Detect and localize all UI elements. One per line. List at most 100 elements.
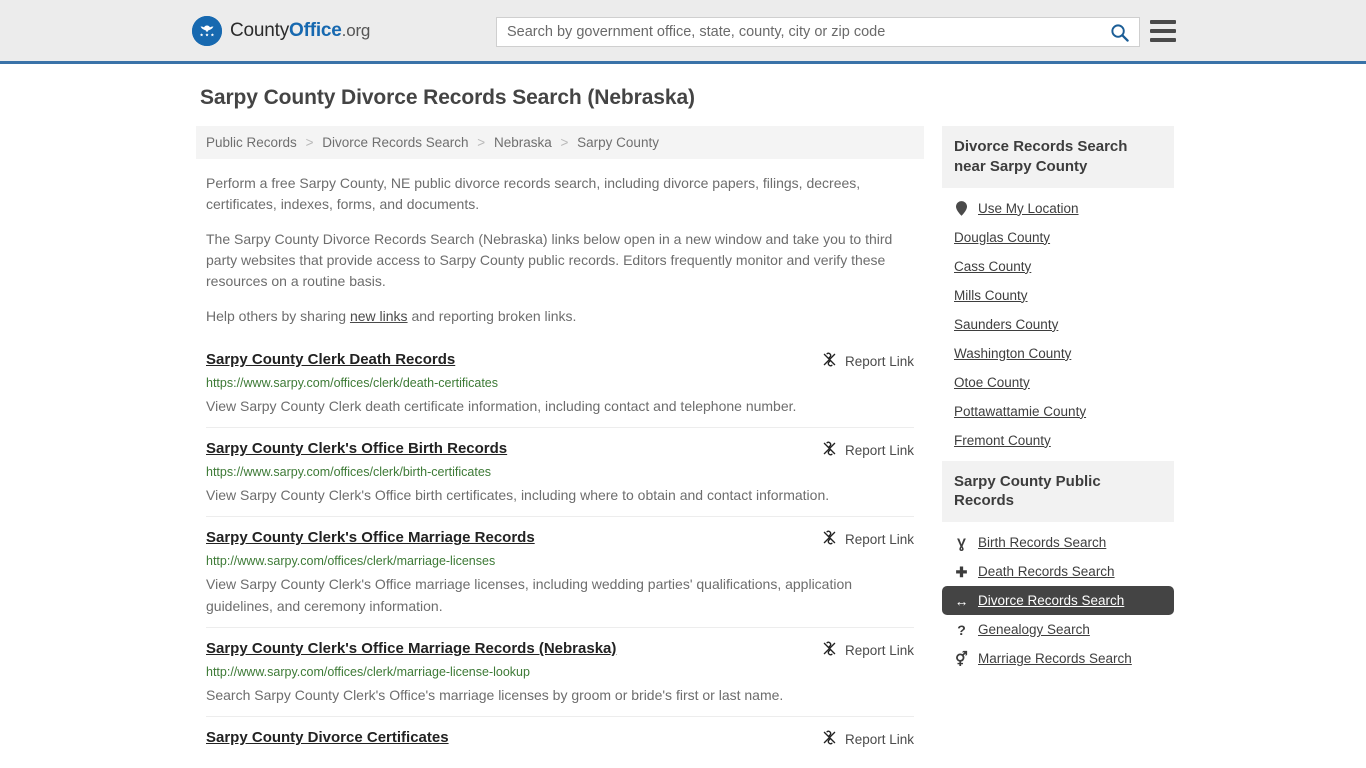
main-column: Public Records > Divorce Records Search … [196,126,924,759]
question-mark-icon: ? [957,621,966,638]
result-description: View Sarpy County Clerk's Office marriag… [206,575,853,614]
hamburger-menu-icon[interactable] [1150,20,1176,42]
sidebar-public-item-birth-records-search[interactable]: Ɣ Birth Records Search [942,528,1174,557]
sidebar-nearby-item-washington-county[interactable]: Washington County [942,339,1174,368]
sidebar-nearby-item-label: Douglas County [954,229,1051,245]
sidebar-nearby-item-label: Otoe County [954,374,1030,390]
result-description: Search Sarpy County Clerk's Office's mar… [206,686,784,703]
breadcrumb-separator: > [560,135,569,150]
report-link-button[interactable]: Report Link [821,729,914,749]
sidebar-public-item-death-records-search[interactable]: ✚ Death Records Search [942,557,1174,586]
result-item: Sarpy County Divorce Certificates Report… [206,716,914,759]
sidebar-public-item-marriage-records-search[interactable]: ⚥ Marriage Records Search [942,644,1174,673]
broken-link-icon [823,530,836,545]
new-links-link[interactable]: new links [350,308,408,324]
report-link-button[interactable]: Report Link [821,529,914,549]
result-item: Sarpy County Clerk's Office Marriage Rec… [206,516,914,627]
sidebar-nearby-item-label: Cass County [954,258,1032,274]
panel-nearby-counties: Divorce Records Search near Sarpy County… [942,126,1174,455]
sidebar: Divorce Records Search near Sarpy County… [942,126,1174,759]
eagle-seal-icon [192,15,222,46]
report-link-label: Report Link [844,642,914,658]
result-item: Sarpy County Clerk Death Records Report … [206,341,914,427]
sidebar-nearby-item-douglas-county[interactable]: Douglas County [942,223,1174,252]
breadcrumb-item-public-records[interactable]: Public Records [206,135,297,150]
logo-text-org: .org [341,20,371,40]
sidebar-nearby-item-mills-county[interactable]: Mills County [942,281,1174,310]
cross-icon: ✚ [955,563,968,580]
sidebar-nearby-item-otoe-county[interactable]: Otoe County [942,368,1174,397]
panel-nearby-title: Divorce Records Search near Sarpy County [942,126,1174,188]
broken-link-icon [823,441,836,456]
sidebar-nearby-item-use-my-location[interactable]: Use My Location [942,194,1174,223]
sidebar-nearby-item-label: Fremont County [954,432,1051,448]
sidebar-public-item-label: Divorce Records Search [978,593,1125,609]
search-bar[interactable] [496,17,1140,47]
site-header: CountyOffice.org [0,0,1366,64]
result-header: Sarpy County Clerk's Office Birth Record… [206,440,914,460]
result-url: https://www.sarpy.com/offices/clerk/birt… [206,465,492,480]
result-title-link[interactable]: Sarpy County Clerk Death Records [206,351,455,370]
report-link-label: Report Link [844,353,914,369]
result-description: View Sarpy County Clerk death certificat… [206,397,797,414]
sidebar-public-item-genealogy-search[interactable]: ? Genealogy Search [942,615,1174,644]
report-link-button[interactable]: Report Link [821,351,914,371]
sidebar-nearby-item-fremont-county[interactable]: Fremont County [942,426,1174,455]
report-link-label: Report Link [844,531,914,547]
map-pin-icon [954,200,969,216]
search-icon [1110,23,1129,42]
result-title-link[interactable]: Sarpy County Divorce Certificates [206,729,449,748]
report-link-button[interactable]: Report Link [821,640,914,660]
sidebar-nearby-item-saunders-county[interactable]: Saunders County [942,310,1174,339]
site-logo[interactable]: CountyOffice.org [192,15,370,46]
sidebar-nearby-item-label: Use My Location [978,200,1079,216]
sidebar-nearby-item-label: Saunders County [954,316,1059,332]
sidebar-public-item-divorce-records-search[interactable]: ↔ Divorce Records Search [942,586,1174,616]
page-body: Sarpy County Divorce Records Search (Neb… [0,86,1366,759]
search-button[interactable] [1099,18,1139,46]
broken-link-icon [821,529,838,549]
male-female-icon: ⚥ [955,650,968,667]
intro-text: Perform a free Sarpy County, NE public d… [196,173,924,327]
report-link-label: Report Link [844,731,914,747]
sidebar-public-item-label: Birth Records Search [978,535,1107,551]
panel-public-records: Sarpy County Public Records Ɣ Birth Recor… [942,460,1174,674]
broken-link-icon [821,640,838,660]
report-link-button[interactable]: Report Link [821,440,914,460]
content-wrapper: Public Records > Divorce Records Search … [0,126,1366,759]
result-url: http://www.sarpy.com/offices/clerk/marri… [206,665,530,680]
result-description: View Sarpy County Clerk's Office birth c… [206,486,830,503]
broken-link-icon [823,641,836,656]
result-header: Sarpy County Clerk's Office Marriage Rec… [206,529,914,549]
sidebar-nearby-item-label: Mills County [954,287,1028,303]
breadcrumb: Public Records > Divorce Records Search … [196,126,924,159]
intro-paragraph-3: Help others by sharing new links and rep… [206,306,914,327]
breadcrumb-item-nebraska[interactable]: Nebraska [494,135,552,150]
breadcrumb-item-divorce-records-search[interactable]: Divorce Records Search [322,135,468,150]
logo-text-office: Office [289,19,342,41]
sidebar-nearby-item-label: Pottawattamie County [954,403,1087,419]
search-input[interactable] [497,18,1099,46]
result-item: Sarpy County Clerk's Office Birth Record… [206,427,914,516]
sidebar-public-item-label: Marriage Records Search [978,651,1132,667]
site-logo-text: CountyOffice.org [230,20,370,42]
report-link-label: Report Link [844,442,914,458]
sidebar-public-item-label: Death Records Search [978,564,1115,580]
left-right-arrow-icon: ↔ [954,592,969,609]
breadcrumb-separator: > [305,135,314,150]
intro-share-prefix: Help others by sharing [206,308,350,324]
results-list: Sarpy County Clerk Death Records Report … [196,341,924,759]
result-title-link[interactable]: Sarpy County Clerk's Office Marriage Rec… [206,529,535,548]
result-header: Sarpy County Divorce Certificates Report… [206,729,914,749]
broken-link-icon [821,440,838,460]
panel-public-list: Ɣ Birth Records Search ✚ Death Records Sear… [942,522,1174,673]
result-url: http://www.sarpy.com/offices/clerk/marri… [206,554,496,569]
breadcrumb-item-sarpy-county[interactable]: Sarpy County [577,135,659,150]
result-title-link[interactable]: Sarpy County Clerk's Office Birth Record… [206,440,507,459]
broken-link-icon [823,731,836,745]
sidebar-nearby-item-pottawattamie-county[interactable]: Pottawattamie County [942,397,1174,426]
result-url: https://www.sarpy.com/offices/clerk/deat… [206,376,499,390]
intro-paragraph-2: The Sarpy County Divorce Records Search … [206,231,893,289]
sidebar-nearby-item-cass-county[interactable]: Cass County [942,252,1174,281]
result-title-link[interactable]: Sarpy County Clerk's Office Marriage Rec… [206,640,616,659]
